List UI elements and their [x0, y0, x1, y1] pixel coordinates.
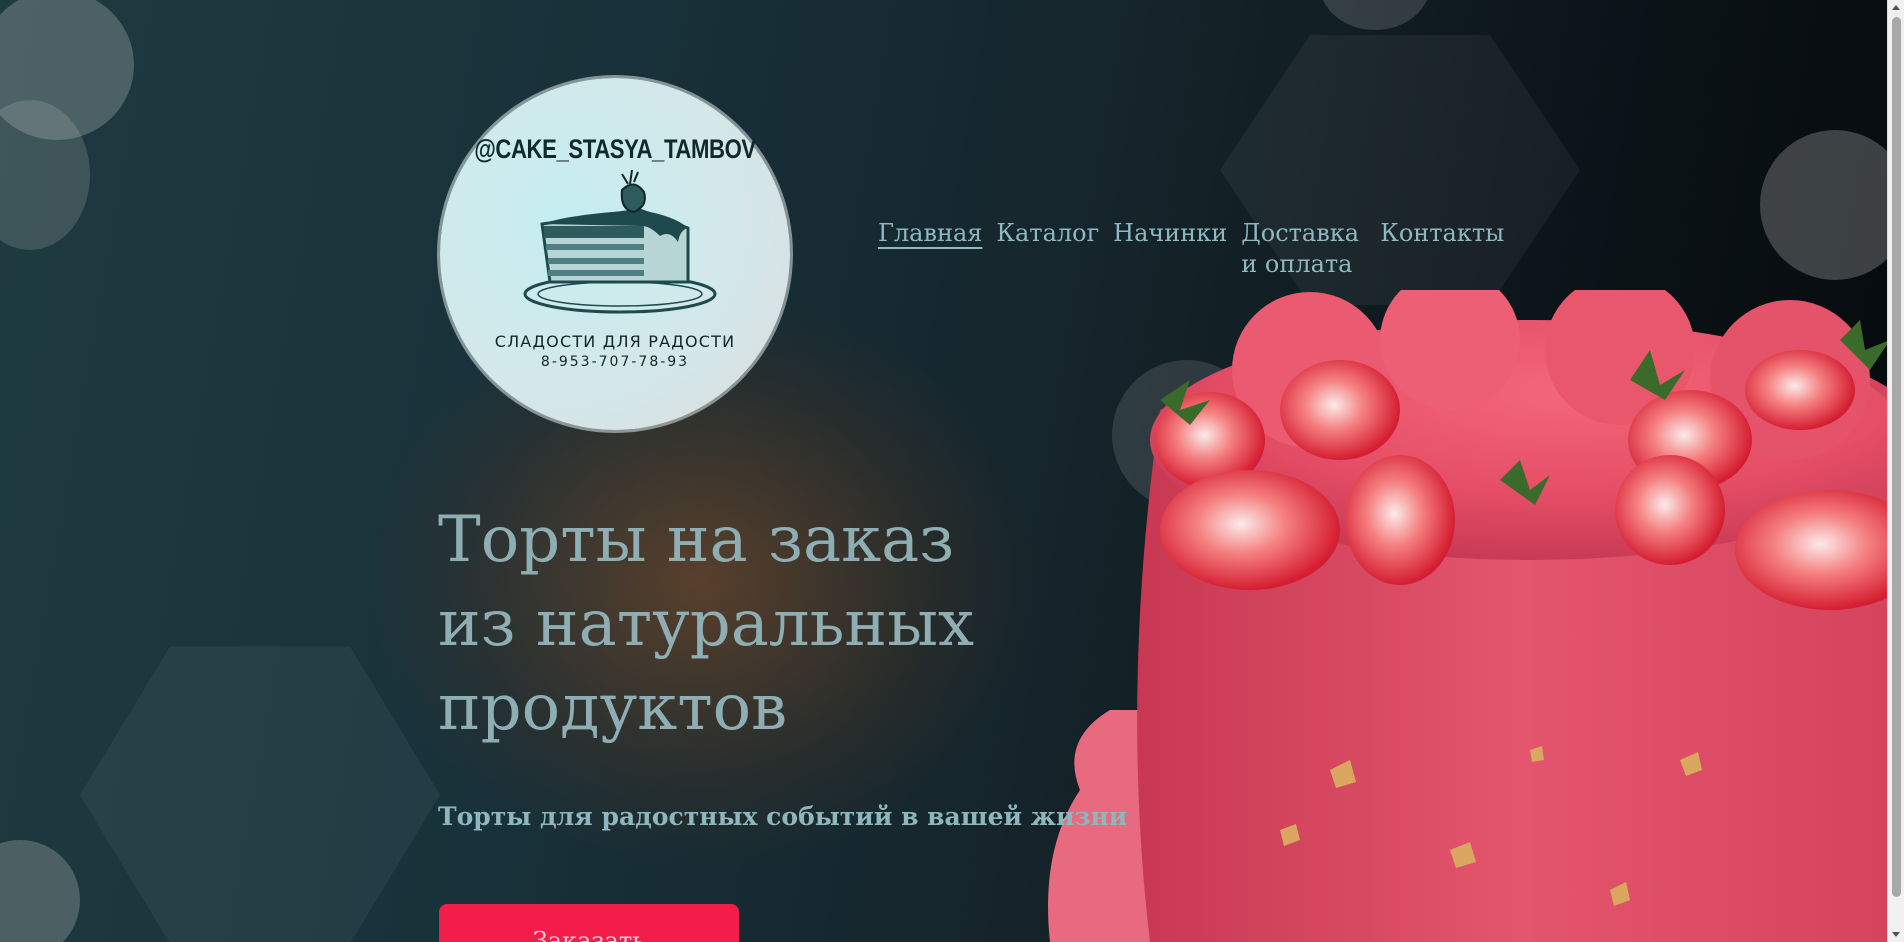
- bokeh-hexagon: [80, 646, 440, 942]
- hero-subtitle: Торты для радостных событий в вашей жизн…: [438, 802, 1128, 831]
- bokeh-circle: [1320, 0, 1430, 30]
- main-nav: Главная Каталог Начинки Доставка и оплат…: [878, 218, 1518, 280]
- order-button[interactable]: Заказать: [439, 904, 739, 942]
- bokeh-circle: [0, 840, 80, 942]
- nav-item-home[interactable]: Главная: [878, 218, 982, 280]
- scroll-up-arrow-icon[interactable]: [1892, 5, 1900, 10]
- bokeh-circle: [1760, 130, 1904, 280]
- page: @CAKE_STASYA_TAMBOV СЛАДОСТИ ДЛЯ РАДОСТИ…: [0, 0, 1904, 942]
- strawberry-cake-photo: [1048, 290, 1904, 942]
- bokeh-circle: [0, 100, 90, 250]
- brand-logo[interactable]: @CAKE_STASYA_TAMBOV СЛАДОСТИ ДЛЯ РАДОСТИ…: [440, 78, 790, 430]
- scroll-thumb[interactable]: [1892, 17, 1901, 897]
- logo-handle: @CAKE_STASYA_TAMBOV: [474, 134, 756, 164]
- hero-title-line-1: Торты на заказ: [438, 503, 955, 577]
- page-scrollbar[interactable]: [1887, 0, 1904, 942]
- nav-item-fillings[interactable]: Начинки: [1113, 218, 1227, 280]
- scroll-down-arrow-icon[interactable]: [1892, 932, 1900, 937]
- nav-item-catalog[interactable]: Каталог: [996, 218, 1099, 280]
- logo-phone: 8-953-707-78-93: [540, 354, 690, 370]
- logo-tagline: СЛАДОСТИ ДЛЯ РАДОСТИ: [494, 332, 736, 351]
- nav-item-contacts[interactable]: Контакты: [1380, 218, 1504, 280]
- hero-title-line-2: из натуральных: [438, 587, 975, 661]
- hero-title-line-3: продуктов: [438, 671, 788, 745]
- nav-item-delivery[interactable]: Доставка и оплата: [1241, 218, 1366, 280]
- bokeh-circle: [0, 0, 134, 140]
- hero-title: Торты на заказ из натуральных продуктов: [438, 498, 998, 750]
- cake-slice-icon: [523, 170, 717, 314]
